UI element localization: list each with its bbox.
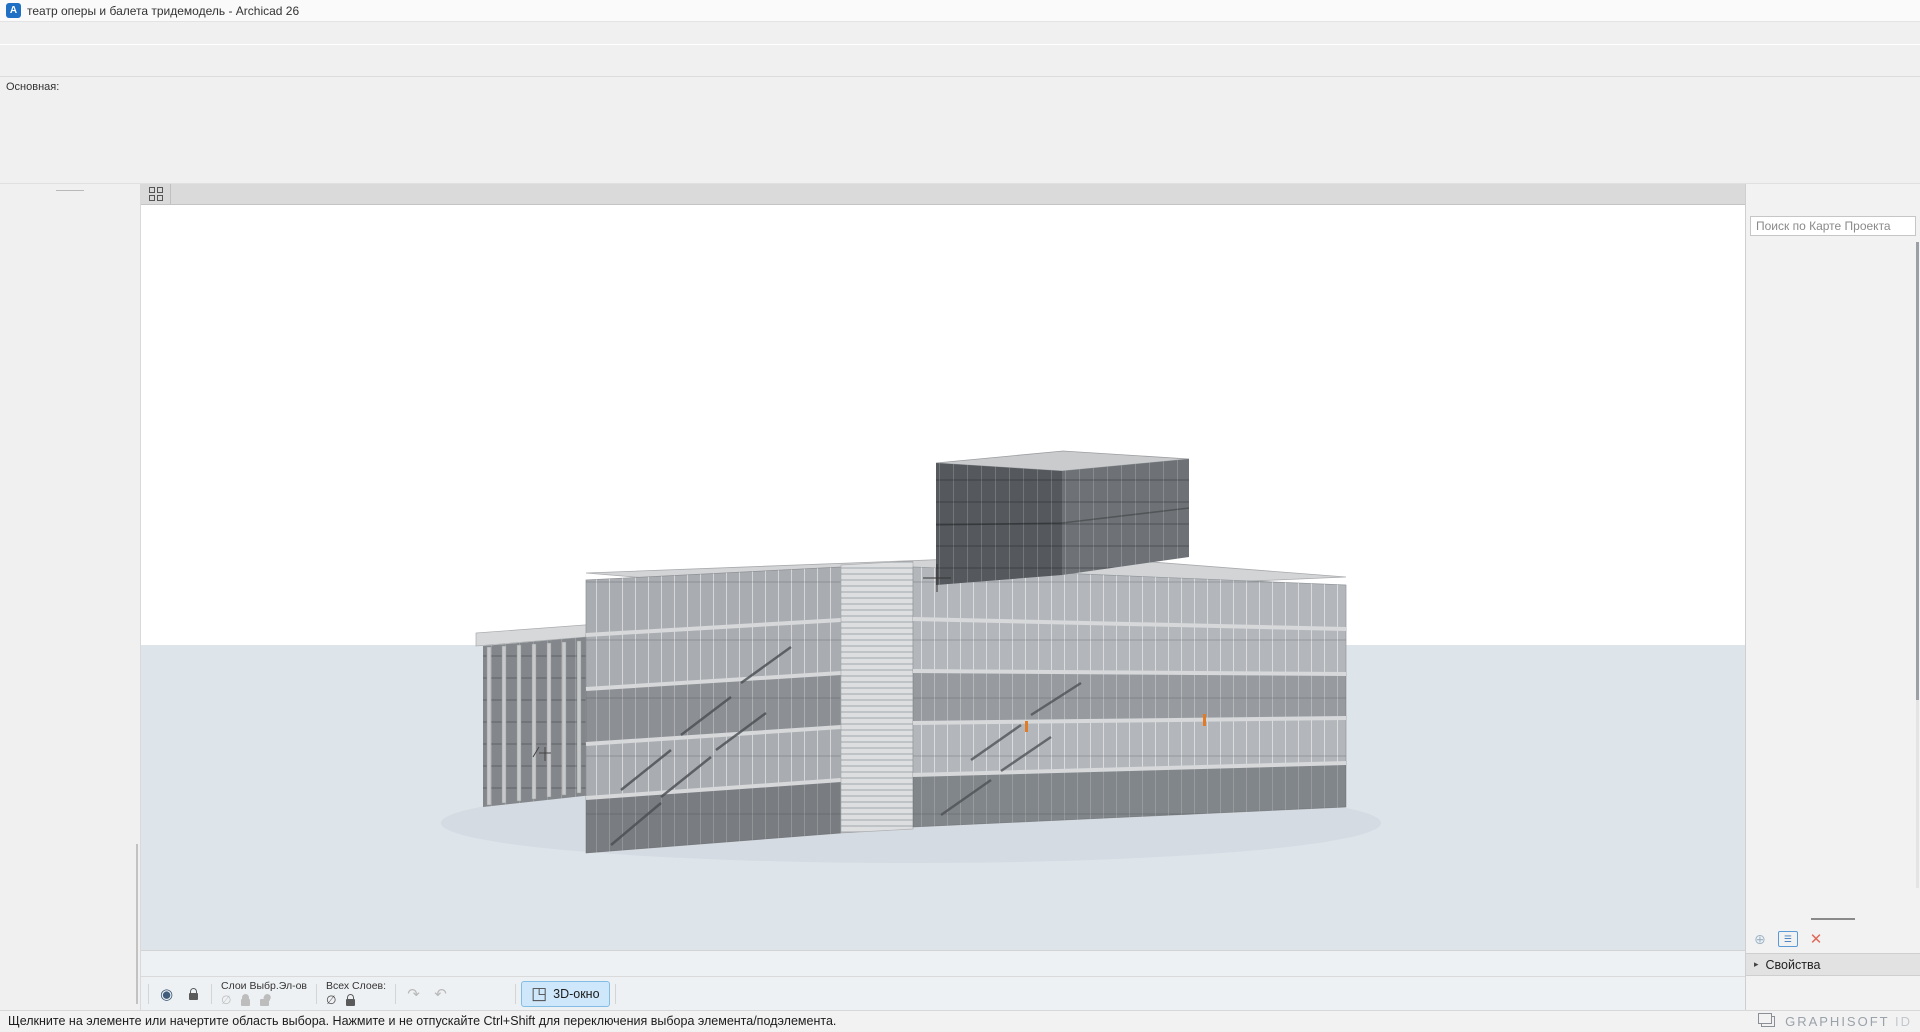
layers-selected-group: Слои Выбр.Эл-ов ∅ (217, 980, 311, 1007)
archicad-logo-icon: A (6, 3, 21, 18)
project-map-tree (1746, 240, 1920, 913)
right-facade (913, 567, 1346, 827)
lock-toggle-icon[interactable] (181, 981, 206, 1006)
graphisoft-window-icon[interactable] (1761, 1016, 1775, 1027)
delete-view-button[interactable]: ✕ (1810, 930, 1823, 948)
collapse-arrow-icon: ▸ (1754, 959, 1759, 970)
status-bar: Щелкните на элементе или начертите облас… (0, 1010, 1920, 1031)
3d-window-button[interactable]: ◳ 3D-окно (521, 981, 609, 1007)
menu-bar (0, 22, 1920, 44)
navigator-mode-icons (1746, 184, 1920, 214)
tree-scrollbar-thumb[interactable] (1916, 242, 1919, 700)
properties-section-header[interactable]: ▸ Свойства (1746, 953, 1920, 976)
graphisoft-id-brand[interactable]: GRAPHISOFT ID (1785, 1014, 1912, 1029)
toolbox-panel (0, 184, 141, 1010)
infobox-label: Основная: (6, 81, 59, 93)
navigator-splitter[interactable] (1746, 913, 1920, 925)
quad-view-icon (149, 187, 163, 201)
add-view-button[interactable]: ⊕ (1754, 931, 1766, 948)
quick-layers-icon[interactable]: ◉ (154, 981, 179, 1006)
window-title: театр оперы и балета тридемодель - Archi… (27, 4, 299, 18)
tab-bar (141, 184, 1745, 205)
info-box: Основная: (0, 77, 1920, 184)
layers-all-group: Всех Слоев: ∅ (322, 980, 390, 1007)
bottom-view-bar (141, 950, 1745, 976)
navigator-actions: ⊕ ☰ ✕ (1746, 925, 1920, 953)
lock-selected-layers-icon[interactable] (241, 999, 250, 1006)
unlock-selected-layers-icon[interactable] (260, 999, 269, 1006)
main-toolbar (0, 44, 1920, 77)
unlock-all-layers-icon[interactable] (346, 999, 355, 1006)
toolbox-grip[interactable] (56, 190, 84, 193)
toolbox-scrollbar[interactable] (136, 844, 138, 1004)
left-facade (586, 567, 841, 853)
3d-model-canvas (141, 205, 1745, 950)
layer-undo-icon[interactable]: ↶ (428, 981, 453, 1006)
navigator-search (1750, 216, 1916, 236)
stair-core (841, 561, 913, 833)
navigator-panel: ⊕ ☰ ✕ ▸ Свойства (1745, 184, 1920, 1010)
status-message: Щелкните на элементе или начертите облас… (8, 1014, 836, 1028)
tabbar-end-controls[interactable] (1729, 184, 1745, 204)
show-all-layers-icon[interactable]: ∅ (326, 994, 336, 1006)
layer-redo-icon[interactable]: ↷ (401, 981, 426, 1006)
3d-window-icon: ◳ (531, 984, 547, 1004)
quad-view-button[interactable] (141, 184, 171, 204)
view-settings-button[interactable]: ☰ (1778, 931, 1798, 947)
title-bar: A театр оперы и балета тридемодель - Arc… (0, 0, 1920, 22)
bottom-3d-toolbar: ◉ Слои Выбр.Эл-ов ∅ Всех Слоев: ∅ (141, 976, 1745, 1010)
search-input[interactable] (1750, 216, 1916, 236)
hide-selected-layers-icon[interactable]: ∅ (221, 994, 231, 1006)
3d-viewport[interactable] (141, 205, 1745, 950)
